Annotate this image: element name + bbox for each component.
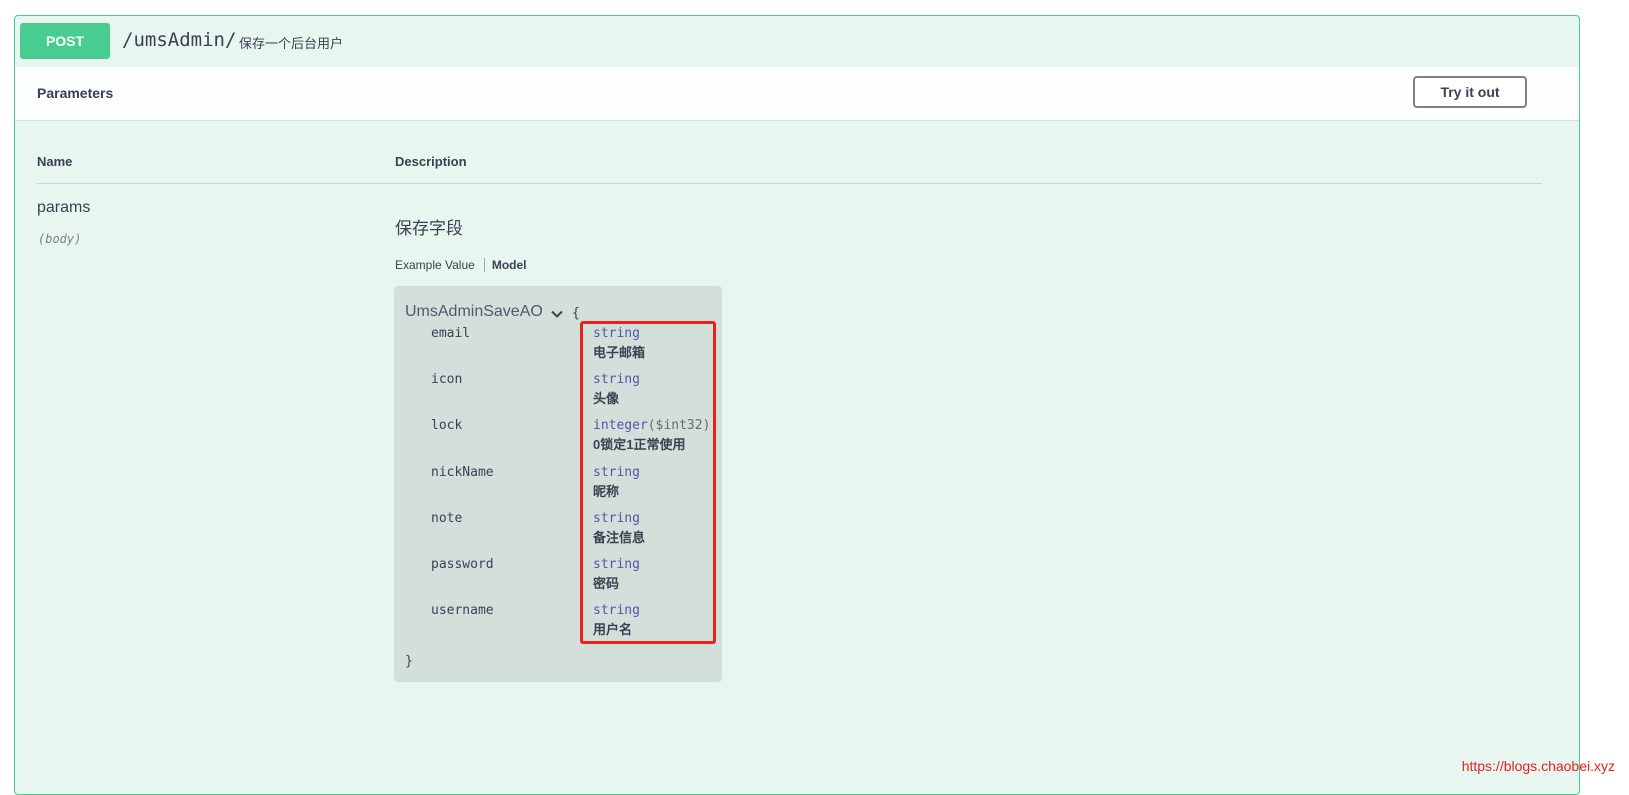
- operation-path: /umsAdmin/: [122, 29, 237, 51]
- watermark: https://blogs.chaobei.xyz: [1461, 758, 1615, 774]
- parameters-header: Parameters Try it out: [15, 66, 1579, 121]
- property-name: icon: [431, 372, 463, 387]
- operation-summary[interactable]: POST /umsAdmin/ 保存一个后台用户: [15, 16, 1579, 67]
- tab-example-value[interactable]: Example Value: [395, 258, 485, 272]
- property-name: lock: [431, 418, 463, 433]
- operation-summary-text: 保存一个后台用户: [239, 36, 344, 51]
- param-name: params: [37, 199, 91, 216]
- try-it-out-button[interactable]: Try it out: [1413, 76, 1527, 108]
- param-description: 保存字段: [395, 219, 463, 238]
- method-badge: POST: [20, 23, 110, 59]
- model-tabs: Example Value Model: [395, 258, 527, 272]
- property-name: nickName: [431, 465, 494, 480]
- model-close-brace: }: [405, 654, 413, 669]
- parameters-title: Parameters: [37, 85, 114, 101]
- tab-model[interactable]: Model: [485, 258, 527, 272]
- column-header-description: Description: [395, 154, 467, 169]
- model-open-brace: {: [572, 306, 580, 321]
- property-name: email: [431, 326, 471, 341]
- chevron-down-icon[interactable]: [551, 306, 563, 324]
- param-location: (body): [38, 232, 82, 246]
- property-name: note: [431, 511, 463, 526]
- operation-block-post: POST /umsAdmin/ 保存一个后台用户 Parameters Try …: [14, 15, 1580, 795]
- property-name: username: [431, 603, 494, 618]
- highlight-box: [580, 321, 716, 644]
- property-name: password: [431, 557, 494, 572]
- table-divider: [37, 183, 1542, 184]
- column-header-name: Name: [37, 154, 73, 169]
- model-name[interactable]: UmsAdminSaveAO: [405, 303, 543, 321]
